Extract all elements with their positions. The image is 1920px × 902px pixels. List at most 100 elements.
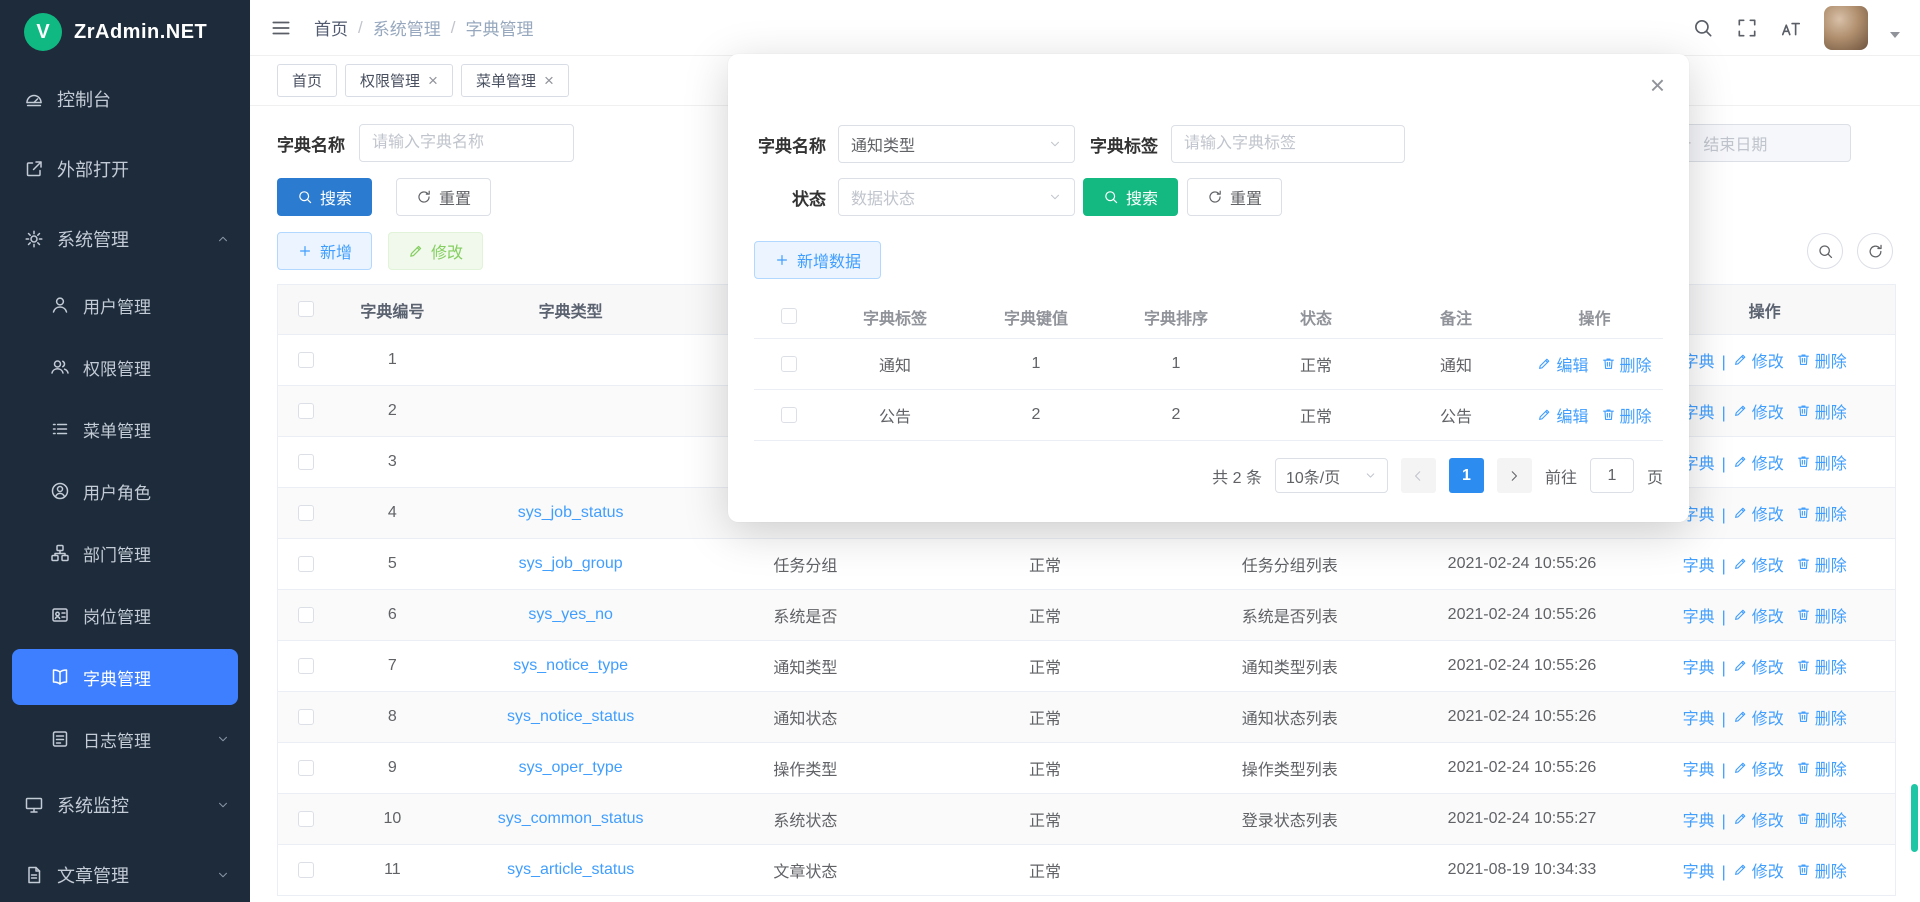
op-delete-link[interactable]: 删除 xyxy=(1601,403,1652,427)
op-edit-link[interactable]: 修改 xyxy=(1733,654,1784,678)
sidebar-item-external-link[interactable]: 外部打开 xyxy=(0,134,250,204)
op-edit-link[interactable]: 修改 xyxy=(1733,399,1784,423)
op-edit-link[interactable]: 修改 xyxy=(1733,552,1784,576)
op-dict-link[interactable]: 字典 xyxy=(1683,807,1715,831)
sidebar-item-menu-list[interactable]: 菜单管理 xyxy=(0,398,250,460)
add-data-button[interactable]: 新增数据 xyxy=(754,241,881,279)
tab[interactable]: 权限管理× xyxy=(345,64,453,97)
op-delete-link[interactable]: 删除 xyxy=(1796,705,1847,729)
sidebar-item-article[interactable]: 文章管理 xyxy=(0,840,250,902)
op-delete-link[interactable]: 删除 xyxy=(1796,501,1847,525)
dict-type-link[interactable]: sys_yes_no xyxy=(528,606,613,624)
row-checkbox[interactable] xyxy=(298,862,314,878)
close-icon[interactable]: × xyxy=(1650,72,1665,98)
current-page[interactable]: 1 xyxy=(1449,458,1484,493)
op-edit-link[interactable]: 修改 xyxy=(1733,501,1784,525)
dict-name-input[interactable] xyxy=(359,124,574,162)
breadcrumb-item[interactable]: 系统管理 xyxy=(373,15,441,40)
font-size-icon[interactable] xyxy=(1780,17,1802,39)
row-checkbox[interactable] xyxy=(298,607,314,623)
breadcrumb-item[interactable]: 字典管理 xyxy=(465,15,533,40)
op-delete-link[interactable]: 删除 xyxy=(1796,552,1847,576)
sidebar-item-user[interactable]: 用户管理 xyxy=(0,274,250,336)
row-checkbox[interactable] xyxy=(298,709,314,725)
search-icon[interactable] xyxy=(1692,17,1714,39)
page-size-select[interactable]: 10条/页 xyxy=(1275,458,1388,493)
sidebar-item-log[interactable]: 日志管理 xyxy=(0,708,250,770)
dict-type-link[interactable]: sys_job_status xyxy=(518,504,624,522)
op-edit-link[interactable]: 修改 xyxy=(1733,858,1784,882)
dict-type-link[interactable]: sys_notice_type xyxy=(513,657,628,675)
breadcrumb-item[interactable]: 首页 xyxy=(314,15,348,40)
edit-button[interactable]: 修改 xyxy=(388,232,483,270)
dict-label-input[interactable] xyxy=(1171,125,1405,163)
dialog-reset-button[interactable]: 重置 xyxy=(1187,178,1282,216)
row-checkbox[interactable] xyxy=(781,407,797,423)
op-edit-link[interactable]: 修改 xyxy=(1733,807,1784,831)
dict-name-select[interactable]: 通知类型 xyxy=(838,125,1075,163)
op-dict-link[interactable]: 字典 xyxy=(1683,552,1715,576)
tab[interactable]: 菜单管理× xyxy=(461,64,569,97)
op-delete-link[interactable]: 删除 xyxy=(1601,352,1652,376)
dict-type-link[interactable]: sys_common_status xyxy=(498,810,644,828)
row-checkbox[interactable] xyxy=(298,505,314,521)
sidebar-item-dashboard[interactable]: 控制台 xyxy=(0,64,250,134)
sidebar-toggle-icon[interactable] xyxy=(270,17,292,39)
row-checkbox[interactable] xyxy=(298,352,314,368)
sidebar-item-gear[interactable]: 系统管理 xyxy=(0,204,250,274)
tab[interactable]: 首页 xyxy=(277,64,337,97)
sidebar-item-book[interactable]: 字典管理 xyxy=(12,649,238,705)
op-delete-link[interactable]: 删除 xyxy=(1796,807,1847,831)
close-icon[interactable]: × xyxy=(428,72,438,89)
prev-page-button[interactable] xyxy=(1401,458,1436,493)
sidebar-item-users[interactable]: 权限管理 xyxy=(0,336,250,398)
op-delete-link[interactable]: 删除 xyxy=(1796,756,1847,780)
sidebar-item-department[interactable]: 部门管理 xyxy=(0,522,250,584)
op-edit-link[interactable]: 修改 xyxy=(1733,705,1784,729)
op-edit-link[interactable]: 修改 xyxy=(1733,348,1784,372)
dialog-search-button[interactable]: 搜索 xyxy=(1083,178,1178,216)
status-select[interactable]: 数据状态 xyxy=(838,178,1075,216)
op-dict-link[interactable]: 字典 xyxy=(1683,654,1715,678)
op-edit-link[interactable]: 编辑 xyxy=(1537,403,1588,427)
scrollbar-thumb[interactable] xyxy=(1911,784,1918,852)
search-button[interactable]: 搜索 xyxy=(277,178,372,216)
goto-page-input[interactable] xyxy=(1590,458,1634,493)
op-delete-link[interactable]: 删除 xyxy=(1796,603,1847,627)
sidebar-item-badge[interactable]: 岗位管理 xyxy=(0,584,250,646)
reset-button[interactable]: 重置 xyxy=(396,178,491,216)
chevron-down-icon[interactable] xyxy=(1890,32,1900,38)
op-edit-link[interactable]: 修改 xyxy=(1733,450,1784,474)
select-all-checkbox[interactable] xyxy=(298,301,314,317)
op-dict-link[interactable]: 字典 xyxy=(1683,756,1715,780)
sidebar-item-user-role[interactable]: 用户角色 xyxy=(0,460,250,522)
next-page-button[interactable] xyxy=(1497,458,1532,493)
row-checkbox[interactable] xyxy=(298,403,314,419)
dict-type-link[interactable]: sys_job_group xyxy=(519,555,623,573)
avatar[interactable] xyxy=(1824,6,1868,50)
op-delete-link[interactable]: 删除 xyxy=(1796,348,1847,372)
fullscreen-icon[interactable] xyxy=(1736,17,1758,39)
op-edit-link[interactable]: 修改 xyxy=(1733,603,1784,627)
dict-type-link[interactable]: sys_oper_type xyxy=(519,759,623,777)
row-checkbox[interactable] xyxy=(298,760,314,776)
op-edit-link[interactable]: 编辑 xyxy=(1537,352,1588,376)
table-refresh-button[interactable] xyxy=(1857,233,1893,269)
op-dict-link[interactable]: 字典 xyxy=(1683,858,1715,882)
sidebar-item-monitor[interactable]: 系统监控 xyxy=(0,770,250,840)
op-delete-link[interactable]: 删除 xyxy=(1796,654,1847,678)
select-all-checkbox[interactable] xyxy=(781,308,797,324)
row-checkbox[interactable] xyxy=(298,658,314,674)
row-checkbox[interactable] xyxy=(781,356,797,372)
dict-type-link[interactable]: sys_notice_status xyxy=(507,708,634,726)
row-checkbox[interactable] xyxy=(298,811,314,827)
op-delete-link[interactable]: 删除 xyxy=(1796,858,1847,882)
row-checkbox[interactable] xyxy=(298,454,314,470)
op-delete-link[interactable]: 删除 xyxy=(1796,450,1847,474)
row-checkbox[interactable] xyxy=(298,556,314,572)
column-search-button[interactable] xyxy=(1807,233,1843,269)
op-dict-link[interactable]: 字典 xyxy=(1683,705,1715,729)
op-dict-link[interactable]: 字典 xyxy=(1683,603,1715,627)
op-delete-link[interactable]: 删除 xyxy=(1796,399,1847,423)
dict-type-link[interactable]: sys_article_status xyxy=(507,861,634,879)
